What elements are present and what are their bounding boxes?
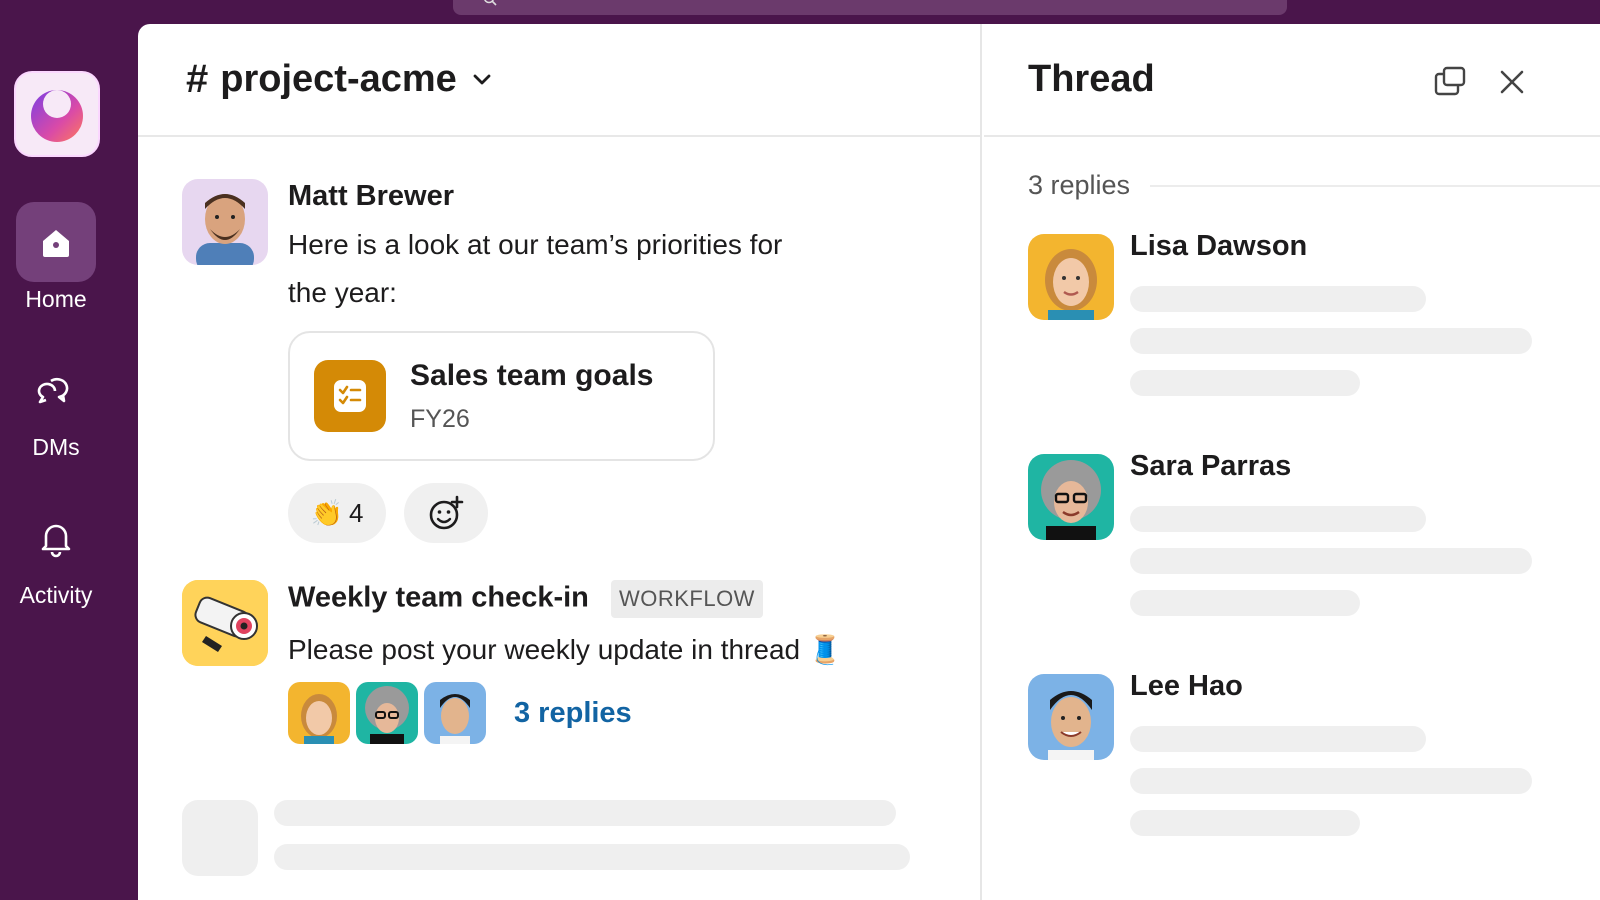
activity-button[interactable] [16, 498, 96, 578]
close-icon [1500, 70, 1524, 94]
message-body: Weekly team check-in WORKFLOW Please pos… [288, 580, 908, 744]
thread-replies-row[interactable]: 3 replies [288, 682, 908, 744]
file-card[interactable]: Sales team goals FY26 [288, 331, 715, 461]
home-icon [43, 230, 69, 257]
checklist-icon [314, 360, 386, 432]
reply-avatar-lisa [288, 682, 350, 744]
left-rail: Home DMs Activity [0, 0, 138, 900]
channel-name: project-acme [220, 58, 457, 100]
app-window: Home DMs Activity # project-acme Matt Br… [0, 0, 1600, 900]
sender-row: Weekly team check-in WORKFLOW [288, 580, 908, 618]
avatar-matt-icon [182, 179, 268, 265]
file-subtitle: FY26 [410, 405, 470, 433]
divider [1150, 184, 1600, 187]
thread-pane: Thread 3 replies Lisa Dawson Sara Parras… [984, 24, 1600, 900]
loading-line [1130, 506, 1426, 532]
replies-count-row: 3 replies [1028, 170, 1600, 201]
channel-header: # project-acme [138, 24, 980, 137]
message-text: Here is a look at our team’s priorities … [288, 229, 783, 308]
message-text: Please post your weekly update in thread… [288, 634, 843, 665]
loading-line [1130, 590, 1360, 616]
workflow-bot-icon [182, 580, 268, 666]
replies-link[interactable]: 3 replies [514, 697, 632, 730]
thread-title: Thread [1028, 58, 1155, 100]
rail-label-activity: Activity [19, 582, 93, 608]
avatar[interactable] [182, 580, 268, 666]
message-matt[interactable]: Matt Brewer Here is a look at our team’s… [182, 179, 782, 543]
avatar[interactable] [182, 179, 268, 265]
dms-button[interactable] [16, 350, 96, 430]
home-button[interactable] [16, 202, 96, 282]
open-in-window-button[interactable] [1430, 62, 1470, 102]
workspace-logo-icon [31, 90, 83, 142]
reaction-clap[interactable]: 👏 4 [288, 483, 386, 543]
thread-reply-lisa[interactable]: Lisa Dawson [1028, 230, 1532, 396]
rail-label-home: Home [25, 286, 87, 312]
loading-line [1130, 810, 1360, 836]
avatar-sara-icon [1028, 454, 1114, 540]
sender-name[interactable]: Weekly team check-in [288, 582, 589, 614]
file-title: Sales team goals [410, 359, 654, 392]
workflow-badge: WORKFLOW [610, 580, 763, 618]
avatar[interactable] [1028, 674, 1114, 760]
channel-name-button[interactable]: # project-acme [186, 57, 493, 102]
reply-avatar-lee [424, 682, 486, 744]
add-reaction-button[interactable] [404, 483, 488, 543]
reaction-emoji: 👏 [310, 497, 343, 528]
reply-author-name[interactable]: Lee Hao [1130, 670, 1243, 703]
thread-reply-lee[interactable]: Lee Hao [1028, 670, 1532, 836]
sender-name[interactable]: Matt Brewer [288, 179, 908, 213]
close-thread-button[interactable] [1492, 62, 1532, 102]
loading-line [1130, 370, 1360, 396]
reactions: 👏 4 [288, 483, 908, 543]
chevron-down-icon [473, 74, 491, 84]
add-reaction-icon [429, 495, 464, 530]
channel-hash: # [186, 57, 209, 101]
replies-count: 3 replies [1028, 170, 1131, 200]
open-in-window-icon [1434, 66, 1466, 96]
rail-item-home[interactable]: Home [0, 202, 112, 313]
loading-line [1130, 548, 1532, 574]
loading-line [1130, 768, 1532, 794]
rail-item-dms[interactable]: DMs [0, 350, 112, 461]
loading-line [1130, 328, 1532, 354]
loading-line [1130, 726, 1426, 752]
search-bar[interactable] [453, 0, 1287, 15]
channel-pane: # project-acme Matt Brewer Here is a loo… [138, 24, 982, 900]
thread-reply-sara[interactable]: Sara Parras [1028, 450, 1532, 616]
reply-author-name[interactable]: Lisa Dawson [1130, 230, 1307, 263]
reaction-count: 4 [348, 497, 364, 528]
dms-icon [37, 377, 69, 404]
avatar-lisa-icon [1028, 234, 1114, 320]
avatar[interactable] [1028, 454, 1114, 540]
reply-author-name[interactable]: Sara Parras [1130, 450, 1291, 483]
main-panel: # project-acme Matt Brewer Here is a loo… [138, 24, 1600, 900]
workspace-logo[interactable] [14, 71, 100, 157]
avatar[interactable] [1028, 234, 1114, 320]
message-body: Matt Brewer Here is a look at our team’s… [288, 179, 908, 543]
rail-item-activity[interactable]: Activity [0, 498, 112, 609]
message-workflow[interactable]: Weekly team check-in WORKFLOW Please pos… [182, 580, 843, 744]
search-icon [484, 0, 497, 6]
rail-label-dms: DMs [32, 434, 80, 460]
bell-icon [41, 524, 71, 558]
reply-avatar-sara [356, 682, 418, 744]
thread-header: Thread [984, 24, 1600, 137]
avatar-lee-icon [1028, 674, 1114, 760]
loading-line [1130, 286, 1426, 312]
